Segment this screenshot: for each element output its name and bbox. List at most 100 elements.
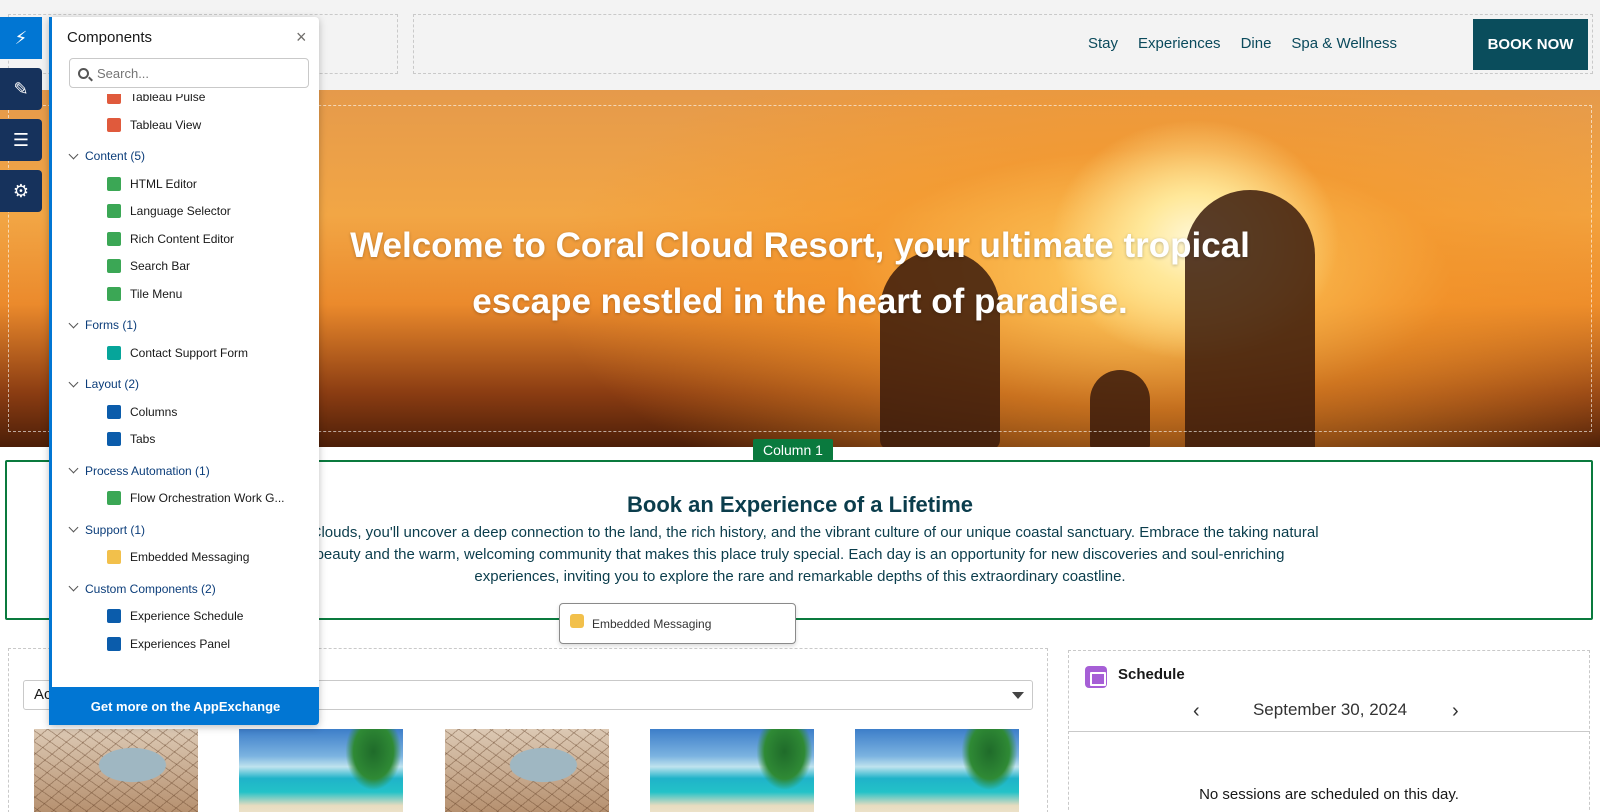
experience-card[interactable] xyxy=(641,722,823,812)
schedule-divider xyxy=(1068,731,1590,732)
component-item-label: Language Selector xyxy=(130,204,231,218)
component-category[interactable]: Forms (1) xyxy=(68,315,137,335)
component-item[interactable]: Flow Orchestration Work G... xyxy=(107,488,284,508)
dry-lake-image xyxy=(445,729,609,812)
component-item-label: Flow Orchestration Work G... xyxy=(130,491,285,505)
close-icon[interactable]: × xyxy=(296,27,307,48)
tropical-beach-image xyxy=(855,729,1019,812)
component-category-label: Process Automation (1) xyxy=(85,463,210,478)
component-category[interactable]: Support (1) xyxy=(68,520,146,540)
component-category-label: Support (1) xyxy=(85,522,146,537)
chevron-down-icon xyxy=(68,318,79,328)
component-item-label: Tile Menu xyxy=(130,286,183,301)
chevron-down-icon xyxy=(68,522,79,533)
site-nav: Stay Experiences Dine Spa & Wellness xyxy=(1088,35,1397,52)
component-category[interactable]: Content (5) xyxy=(68,146,146,166)
component-item-label: Columns xyxy=(130,404,178,419)
dry-lake-image xyxy=(34,729,198,812)
component-item[interactable]: Language Selector xyxy=(107,201,231,221)
component-category[interactable]: Custom Components (2) xyxy=(68,579,216,599)
experience-body: oral Clouds, you'll uncover a deep conne… xyxy=(281,524,1319,585)
nav-stay[interactable]: Stay xyxy=(1088,35,1118,52)
next-day-button[interactable]: › xyxy=(1452,700,1459,723)
dragging-component-chip[interactable]: Embedded Messaging xyxy=(559,603,796,644)
component-category-label: Layout (2) xyxy=(85,377,140,391)
component-category-label: Content (5) xyxy=(85,149,146,163)
book-now-button[interactable]: BOOK NOW xyxy=(1473,19,1588,70)
chevron-down-icon xyxy=(68,581,79,592)
flow-icon xyxy=(107,491,121,505)
chat-icon xyxy=(107,550,121,564)
search-icon xyxy=(78,67,89,79)
component-item-label: Embedded Messaging xyxy=(130,550,250,564)
component-item[interactable]: Experiences Panel xyxy=(107,634,230,654)
chevron-down-icon xyxy=(68,149,79,159)
component-item[interactable]: Columns xyxy=(107,402,177,422)
builder-rail: ⚡ ✎ ☰ ⚙ xyxy=(0,17,42,221)
schedule-date: September 30, 2024 xyxy=(1252,700,1408,719)
calendar-icon xyxy=(1085,666,1107,688)
appexchange-button[interactable]: Get more on the AppExchange xyxy=(52,687,319,725)
component-item-label: Experience Schedule xyxy=(130,609,244,623)
lightning-icon[interactable]: ⚡ xyxy=(0,17,42,59)
chevron-down-icon[interactable] xyxy=(1012,692,1024,699)
component-item-label: Tabs xyxy=(130,432,156,446)
component-item-label: Search Bar xyxy=(130,259,191,273)
settings-icon[interactable]: ⚙ xyxy=(0,170,42,212)
components-panel-title: Components xyxy=(67,29,153,46)
schedule-title: Schedule xyxy=(1118,666,1185,683)
components-panel: Components × Tableau Pulse Tableau View Co… xyxy=(49,17,319,725)
component-search-input[interactable] xyxy=(97,65,287,81)
columns-icon xyxy=(107,404,121,419)
hero-silhouette-child xyxy=(1090,370,1150,447)
component-category[interactable]: Process Automation (1) xyxy=(68,461,210,481)
tableau-icon xyxy=(107,94,121,104)
component-item[interactable]: Rich Content Editor xyxy=(107,229,234,249)
page-structure-icon[interactable]: ☰ xyxy=(0,119,42,161)
brush-icon[interactable]: ✎ xyxy=(0,68,42,110)
component-item[interactable]: Tableau View xyxy=(107,115,201,135)
experience-card[interactable] xyxy=(230,722,412,812)
form-icon xyxy=(107,345,121,360)
chat-icon xyxy=(570,613,584,628)
custom-component-icon xyxy=(107,609,121,623)
component-item-label: Experiences Panel xyxy=(130,636,231,651)
tile-menu-icon xyxy=(107,286,121,301)
component-item-label: Contact Support Form xyxy=(130,345,249,360)
drag-chip-label: Embedded Messaging xyxy=(592,616,712,631)
globe-icon xyxy=(107,204,121,218)
code-icon xyxy=(107,176,121,191)
component-item-label: Rich Content Editor xyxy=(130,231,235,246)
experience-card[interactable] xyxy=(846,722,1028,812)
component-item[interactable]: HTML Editor xyxy=(107,174,197,194)
component-list[interactable]: Tableau Pulse Tableau View Content (5) HTML… xyxy=(52,94,319,674)
component-item[interactable]: Tabs xyxy=(107,429,155,449)
component-item[interactable]: Tableau Pulse xyxy=(107,94,205,107)
component-item[interactable]: Search Bar xyxy=(107,256,190,276)
experience-card[interactable] xyxy=(25,722,207,812)
search-icon xyxy=(107,259,121,273)
column-1-tag: Column 1 xyxy=(753,439,833,461)
component-category[interactable]: Layout (2) xyxy=(68,374,140,394)
component-item[interactable]: Tile Menu xyxy=(107,284,182,304)
nav-experiences[interactable]: Experiences xyxy=(1138,35,1221,52)
chevron-down-icon xyxy=(68,463,79,474)
schedule-empty-message: No sessions are scheduled on this day. xyxy=(1199,786,1459,803)
component-item[interactable]: Embedded Messaging xyxy=(107,547,249,567)
component-item-label: Tableau Pulse xyxy=(130,94,206,104)
tableau-icon xyxy=(107,117,121,132)
nav-spa-wellness[interactable]: Spa & Wellness xyxy=(1291,35,1397,52)
component-search[interactable] xyxy=(69,58,309,88)
hero-title: Welcome to Coral Cloud Resort, your ulti… xyxy=(350,226,1250,321)
component-item[interactable]: Contact Support Form xyxy=(107,343,248,363)
rich-text-icon xyxy=(107,231,121,246)
component-category-label: Forms (1) xyxy=(85,318,137,332)
previous-day-button[interactable]: ‹ xyxy=(1193,700,1200,723)
component-item[interactable]: Experience Schedule xyxy=(107,606,243,626)
tropical-beach-image xyxy=(239,729,403,812)
chevron-down-icon xyxy=(68,377,79,387)
component-category-label: Custom Components (2) xyxy=(85,581,216,596)
experience-card[interactable] xyxy=(436,722,618,812)
header-nav-slot[interactable] xyxy=(413,14,1593,74)
nav-dine[interactable]: Dine xyxy=(1241,35,1272,52)
